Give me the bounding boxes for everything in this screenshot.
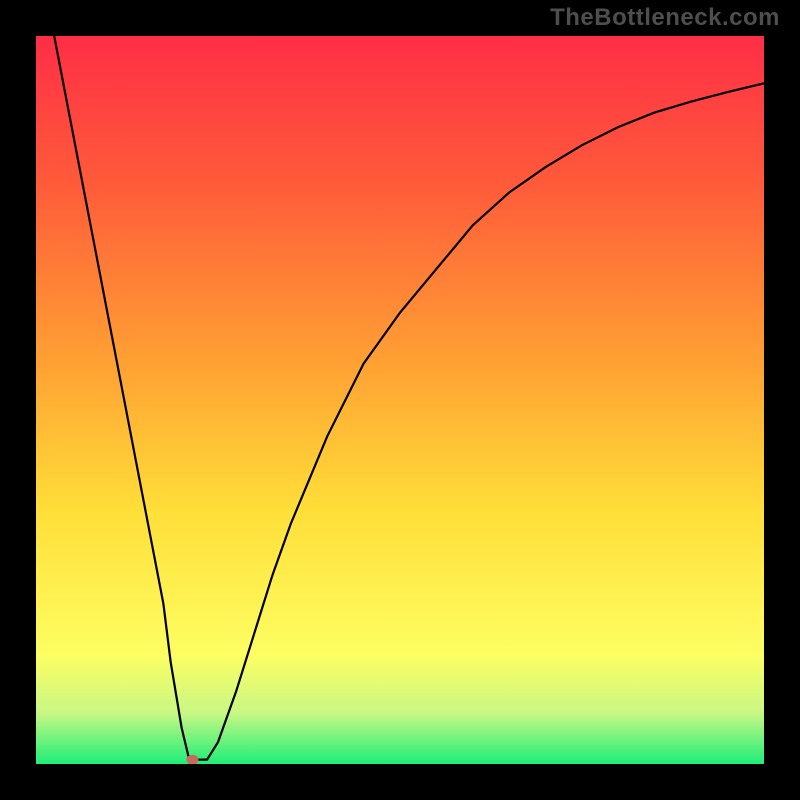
chart-svg <box>0 0 800 800</box>
plot-background <box>36 36 764 764</box>
optimal-point-marker <box>187 755 199 765</box>
chart-frame: { "watermark": "TheBottleneck.com", "cha… <box>0 0 800 800</box>
watermark-text: TheBottleneck.com <box>550 4 780 32</box>
